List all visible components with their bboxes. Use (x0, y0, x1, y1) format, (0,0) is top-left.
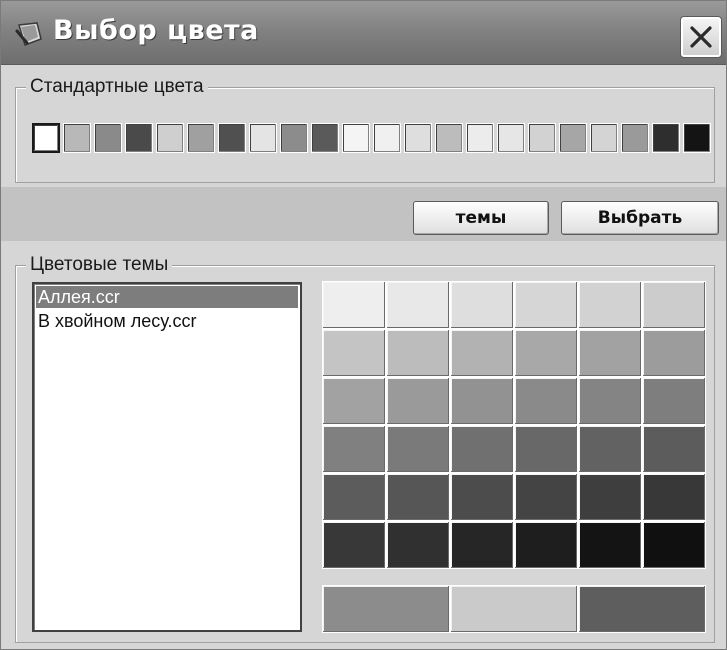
standard-color-swatch[interactable] (559, 123, 587, 153)
standard-color-swatch[interactable] (652, 123, 680, 153)
palette-cell[interactable] (386, 281, 450, 329)
window-title: Выбор цвета (53, 15, 259, 46)
palette-cell[interactable] (450, 377, 514, 425)
standard-color-swatch[interactable] (32, 123, 60, 153)
theme-file-item[interactable]: Аллея.ccr (36, 286, 298, 308)
color-themes-label: Цветовые темы (26, 253, 173, 277)
palette-cell[interactable] (578, 377, 642, 425)
palette-cell[interactable] (514, 425, 578, 473)
palette-cell[interactable] (450, 425, 514, 473)
theme-file-item[interactable]: В хвойном лесу.ccr (36, 310, 298, 332)
standard-color-swatch[interactable] (342, 123, 370, 153)
standard-color-swatch[interactable] (528, 123, 556, 153)
color-picker-window: Выбор цвета Стандартные цвета темы Выбра… (0, 0, 727, 650)
palette-cell[interactable] (578, 329, 642, 377)
close-icon (690, 26, 712, 48)
preview-swatch[interactable] (450, 585, 578, 633)
standard-color-swatch[interactable] (497, 123, 525, 153)
color-themes-group: Цветовые темы Аллея.ccr В хвойном лесу.cc… (15, 253, 715, 643)
standard-color-swatch[interactable] (404, 123, 432, 153)
preview-swatch[interactable] (322, 585, 450, 633)
palette-cell[interactable] (386, 329, 450, 377)
palette-cell[interactable] (514, 377, 578, 425)
standard-color-swatch[interactable] (621, 123, 649, 153)
palette-cell[interactable] (514, 281, 578, 329)
standard-color-swatch[interactable] (280, 123, 308, 153)
palette-cell[interactable] (450, 521, 514, 569)
palette-grid (322, 281, 706, 569)
themes-button[interactable]: темы (413, 201, 549, 235)
palette-cell[interactable] (450, 473, 514, 521)
palette-cell[interactable] (322, 329, 386, 377)
button-band: темы Выбрать (1, 187, 726, 241)
standard-color-swatch[interactable] (125, 123, 153, 153)
palette-cell[interactable] (642, 473, 706, 521)
theme-file-list[interactable]: Аллея.ccr В хвойном лесу.ccr (32, 282, 302, 632)
palette-cell[interactable] (386, 425, 450, 473)
choose-button[interactable]: Выбрать (561, 201, 719, 235)
palette-cell[interactable] (514, 521, 578, 569)
standard-color-swatch[interactable] (249, 123, 277, 153)
standard-colors-label: Стандартные цвета (26, 75, 208, 99)
standard-color-swatch[interactable] (156, 123, 184, 153)
palette-cell[interactable] (578, 281, 642, 329)
standard-colors-group: Стандартные цвета (15, 75, 715, 183)
standard-color-swatch[interactable] (218, 123, 246, 153)
close-button[interactable] (681, 17, 721, 57)
palette-cell[interactable] (450, 329, 514, 377)
palette-cell[interactable] (578, 521, 642, 569)
standard-color-swatch[interactable] (94, 123, 122, 153)
palette-cell[interactable] (578, 425, 642, 473)
app-palette-icon (15, 21, 43, 47)
standard-color-swatch[interactable] (466, 123, 494, 153)
standard-color-swatch[interactable] (435, 123, 463, 153)
palette-cell[interactable] (642, 377, 706, 425)
palette-cell[interactable] (322, 473, 386, 521)
palette-cell[interactable] (322, 425, 386, 473)
standard-swatch-row (32, 123, 714, 153)
palette-cell[interactable] (578, 473, 642, 521)
standard-color-swatch[interactable] (187, 123, 215, 153)
palette-cell[interactable] (322, 521, 386, 569)
palette-cell[interactable] (322, 281, 386, 329)
palette-cell[interactable] (642, 521, 706, 569)
standard-color-swatch[interactable] (590, 123, 618, 153)
palette-cell[interactable] (322, 377, 386, 425)
title-bar[interactable]: Выбор цвета (1, 1, 726, 65)
palette-cell[interactable] (642, 281, 706, 329)
palette-cell[interactable] (642, 425, 706, 473)
palette-cell[interactable] (514, 329, 578, 377)
palette-cell[interactable] (450, 281, 514, 329)
palette-preview-strip (322, 585, 706, 633)
standard-color-swatch[interactable] (683, 123, 711, 153)
standard-color-swatch[interactable] (63, 123, 91, 153)
palette-cell[interactable] (386, 521, 450, 569)
palette-cell[interactable] (386, 377, 450, 425)
palette-cell[interactable] (514, 473, 578, 521)
palette-cell[interactable] (386, 473, 450, 521)
preview-swatch[interactable] (578, 585, 706, 633)
standard-color-swatch[interactable] (373, 123, 401, 153)
palette-cell[interactable] (642, 329, 706, 377)
standard-color-swatch[interactable] (311, 123, 339, 153)
